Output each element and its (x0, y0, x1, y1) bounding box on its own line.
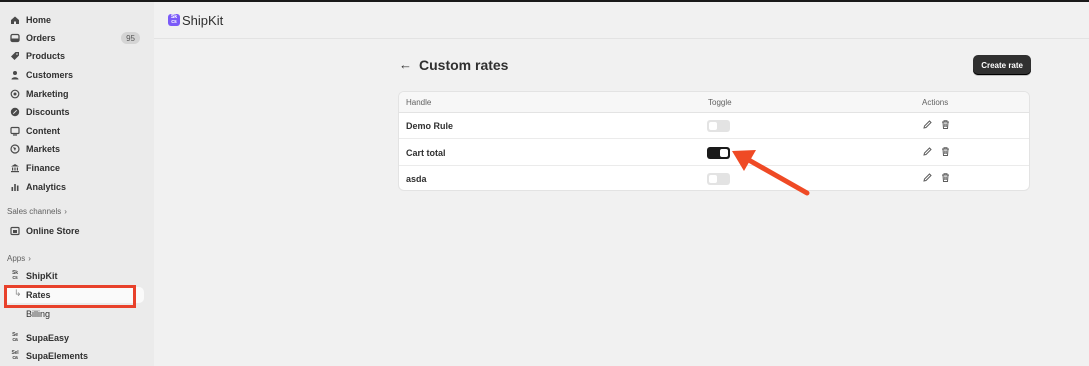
sidebar-item-finance[interactable]: Finance (4, 159, 144, 176)
sidebar-item-label: Finance (26, 162, 61, 173)
table-row: Cart total (399, 140, 1029, 166)
supaeasy-logo-icon: Se ca (12, 331, 18, 343)
sales-channels-header[interactable]: Sales channels › (7, 207, 67, 216)
sidebar-item-discounts[interactable]: Discounts (4, 103, 144, 120)
rate-handle: asda (406, 174, 427, 184)
rate-handle: Demo Rule (406, 121, 454, 131)
orders-icon (9, 32, 21, 44)
tag-icon (9, 50, 21, 62)
sidebar-item-label: Online Store (26, 225, 80, 236)
sidebar-subitem-label: Billing (26, 309, 51, 319)
sidebar-item-label: Analytics (26, 181, 67, 192)
pencil-icon[interactable] (922, 146, 933, 157)
discount-icon (9, 106, 21, 118)
app-title: ShipKit (182, 13, 224, 28)
sidebar-item-label: Home (26, 14, 52, 25)
sidebar-item-label: SupaEasy (26, 332, 70, 343)
table-header: Handle Toggle Actions (399, 92, 1029, 113)
rates-highlight-annotation (4, 285, 136, 308)
sidebar-item-content[interactable]: Content (4, 122, 144, 139)
app-header: Sk cs ShipKit (154, 2, 1089, 39)
sidebar-item-home[interactable]: Home (4, 11, 144, 28)
page-title: Custom rates (419, 57, 509, 73)
sidebar-item-supaeasy[interactable]: Se ca SupaEasy (4, 329, 144, 346)
sidebar: Home Orders 95 Products Customers Market… (0, 2, 154, 366)
store-icon (9, 225, 21, 237)
column-header-handle: Handle (406, 98, 432, 107)
annotation-arrow (732, 150, 810, 196)
sidebar-item-label: ShipKit (26, 270, 58, 281)
sidebar-item-label: Products (26, 50, 66, 61)
sidebar-item-label: Marketing (26, 88, 69, 99)
sidebar-item-supaelements[interactable]: Sel ca SupaElements (4, 347, 144, 364)
pencil-icon[interactable] (922, 172, 933, 183)
sidebar-item-products[interactable]: Products (4, 47, 144, 64)
person-icon (9, 69, 21, 81)
supaelements-logo-icon: Sel ca (11, 349, 19, 361)
sidebar-subitem-billing[interactable]: Billing (4, 306, 144, 322)
chevron-right-icon: › (28, 254, 31, 263)
globe-icon (9, 143, 21, 155)
sidebar-item-orders[interactable]: Orders 95 (4, 29, 144, 46)
bar-chart-icon (9, 181, 21, 193)
arrow-left-icon[interactable]: ← (399, 57, 412, 72)
sidebar-item-label: Orders (26, 32, 56, 43)
pencil-icon[interactable] (922, 119, 933, 130)
orders-count-badge: 95 (121, 32, 140, 44)
chevron-right-icon: › (64, 207, 67, 216)
rates-table: Handle Toggle Actions Demo Rule Cart tot… (398, 91, 1030, 191)
home-icon (9, 14, 21, 26)
table-row: Demo Rule (399, 113, 1029, 139)
sidebar-item-shipkit[interactable]: Sk cs ShipKit (4, 267, 144, 284)
trash-icon[interactable] (940, 172, 951, 183)
sidebar-item-label: SupaElements (26, 350, 89, 361)
sidebar-item-marketing[interactable]: Marketing (4, 85, 144, 102)
rate-toggle[interactable] (707, 120, 730, 132)
sidebar-item-customers[interactable]: Customers (4, 66, 144, 83)
sidebar-item-label: Customers (26, 69, 74, 80)
table-row: asda (399, 166, 1029, 190)
shipkit-app-icon: Sk cs (168, 14, 180, 26)
page-title-row: ← Custom rates Create rate (399, 55, 1031, 77)
sidebar-item-label: Markets (26, 143, 61, 154)
column-header-toggle: Toggle (708, 98, 732, 107)
target-icon (9, 88, 21, 100)
rate-handle: Cart total (406, 148, 446, 158)
sidebar-item-online-store[interactable]: Online Store (4, 222, 144, 239)
bank-icon (9, 162, 21, 174)
create-rate-button[interactable]: Create rate (973, 55, 1031, 75)
trash-icon[interactable] (940, 146, 951, 157)
content-icon (9, 125, 21, 137)
column-header-actions: Actions (922, 98, 949, 107)
sidebar-item-markets[interactable]: Markets (4, 140, 144, 157)
sidebar-item-label: Content (26, 125, 60, 136)
sales-channels-label: Sales channels (7, 207, 62, 216)
trash-icon[interactable] (940, 119, 951, 130)
sidebar-item-analytics[interactable]: Analytics (4, 178, 144, 195)
apps-label: Apps (7, 254, 26, 263)
shipkit-logo-icon: Sk cs (12, 269, 18, 281)
apps-header[interactable]: Apps › (7, 254, 31, 263)
sidebar-item-label: Discounts (26, 106, 70, 117)
